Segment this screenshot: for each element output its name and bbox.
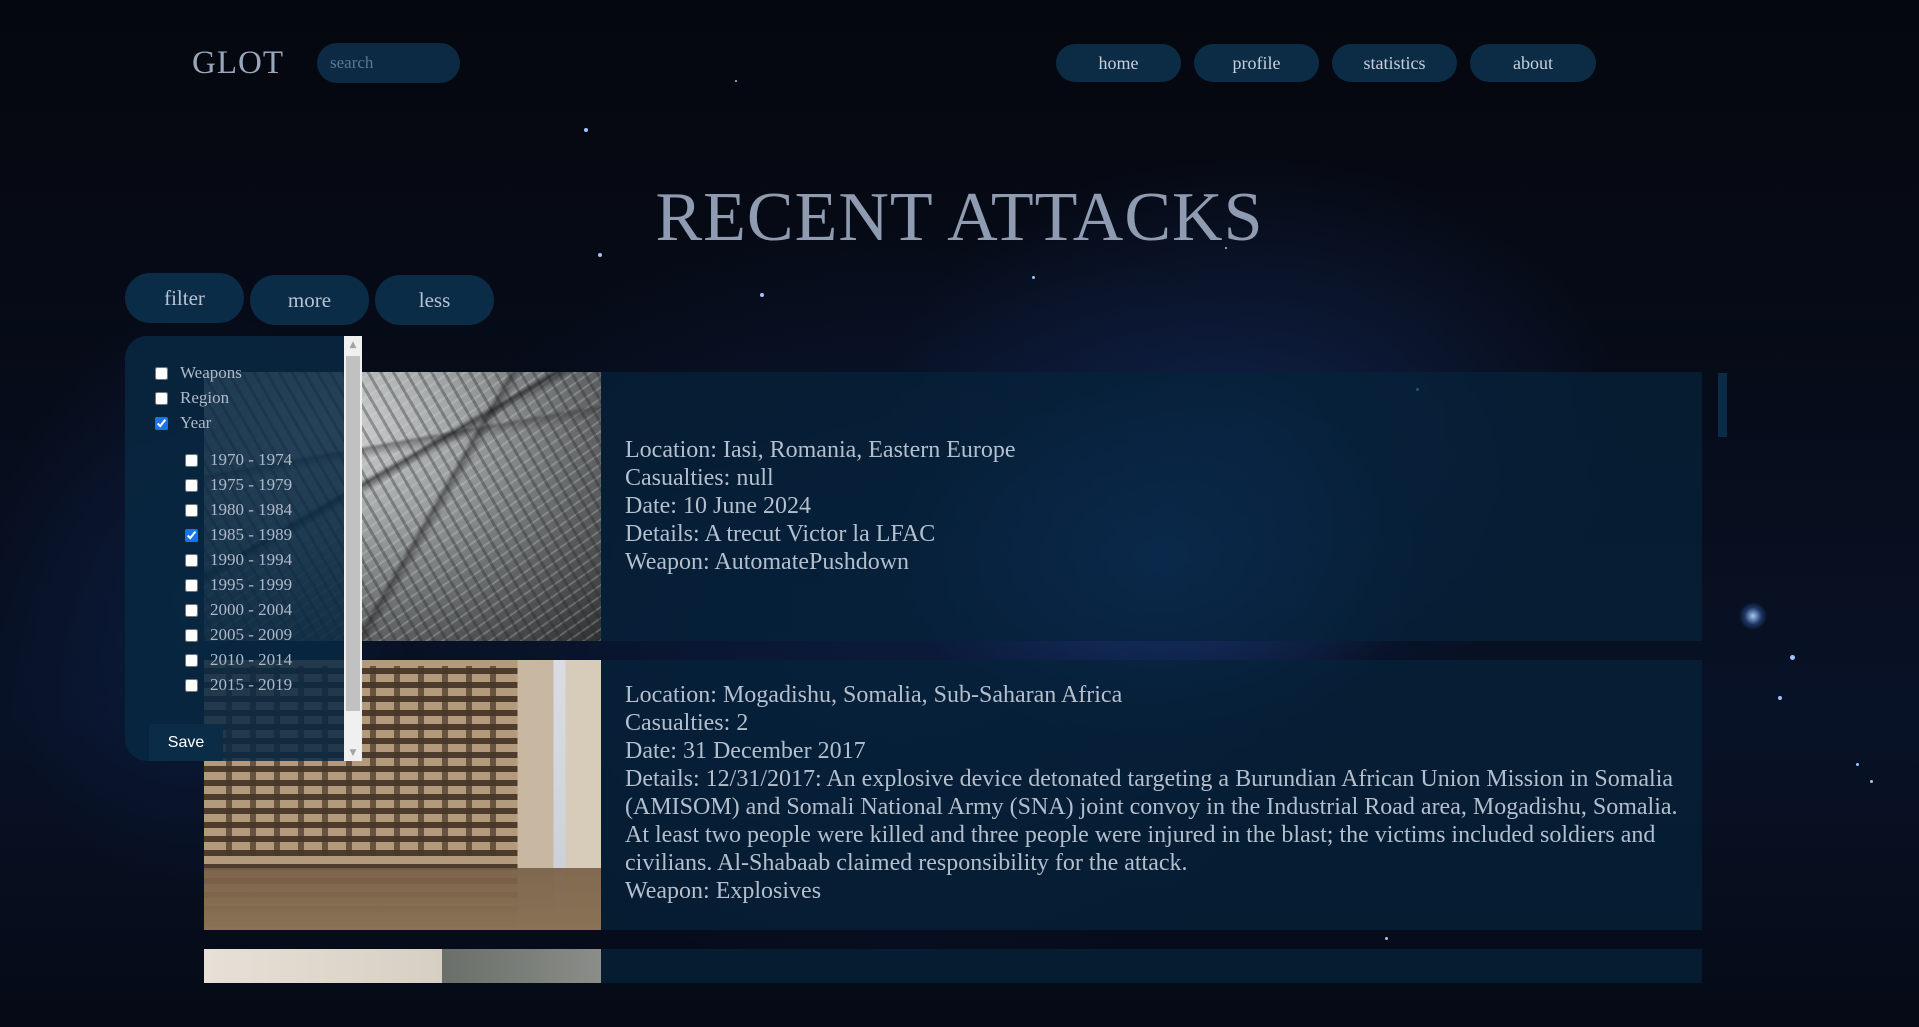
year-range-option[interactable]: 2015 - 2019: [185, 675, 292, 695]
year-range-option[interactable]: 1985 - 1989: [185, 525, 292, 545]
attack-location: Location: Mogadishu, Somalia, Sub-Sahara…: [625, 682, 1123, 708]
scrollbar-thumb[interactable]: [346, 356, 360, 711]
attack-location: Location: Iasi, Romania, Eastern Europe: [625, 437, 1016, 463]
filter-scrollbar[interactable]: ▲ ▼: [344, 336, 362, 761]
attack-weapon: Weapon: AutomatePushdown: [625, 549, 910, 575]
year-range-option[interactable]: 2005 - 2009: [185, 625, 292, 645]
attack-card[interactable]: Location: Mogadishu, Somalia, Sub-Sahara…: [204, 660, 1702, 930]
year-checkbox[interactable]: [155, 416, 168, 430]
attack-date: Date: 31 December 2017: [625, 738, 866, 764]
scroll-up-icon[interactable]: ▲: [344, 336, 362, 353]
more-button[interactable]: more: [250, 275, 369, 325]
attack-image: [204, 949, 601, 983]
year-range-option[interactable]: 1970 - 1974: [185, 450, 292, 470]
year-range-option[interactable]: 2010 - 2014: [185, 650, 292, 670]
attack-details: Location: Iasi, Romania, Eastern Europe …: [601, 372, 1702, 641]
filter-region[interactable]: Region: [155, 388, 229, 408]
nav-about-button[interactable]: about: [1470, 44, 1596, 82]
filter-button[interactable]: filter: [125, 273, 244, 323]
search-input[interactable]: [317, 43, 460, 83]
attack-casualties: Casualties: 2: [625, 710, 749, 736]
main-nav: home profile statistics about: [1056, 44, 1596, 82]
attack-details: Location: Mogadishu, Somalia, Sub-Sahara…: [601, 660, 1702, 930]
attack-details: [601, 949, 1702, 983]
app-logo[interactable]: GLOT: [192, 45, 284, 82]
card-edge-decoration: [1718, 373, 1727, 437]
attack-casualties: Casualties: null: [625, 465, 774, 491]
nav-profile-button[interactable]: profile: [1194, 44, 1319, 82]
year-range-option[interactable]: 1995 - 1999: [185, 575, 292, 595]
filter-panel-content: Weapons Region Year 1970 - 1974 1975 - 1…: [125, 336, 344, 761]
filter-weapons[interactable]: Weapons: [155, 363, 242, 383]
less-button[interactable]: less: [375, 275, 494, 325]
weapons-checkbox[interactable]: [155, 366, 168, 380]
year-range-option[interactable]: 1980 - 1984: [185, 500, 292, 520]
attack-date: Date: 10 June 2024: [625, 493, 811, 519]
page-title: RECENT ATTACKS: [655, 179, 1264, 256]
region-checkbox[interactable]: [155, 391, 168, 405]
filter-panel: Weapons Region Year 1970 - 1974 1975 - 1…: [125, 336, 362, 761]
scroll-down-icon[interactable]: ▼: [344, 744, 362, 761]
attack-card[interactable]: [204, 949, 1702, 983]
nav-home-button[interactable]: home: [1056, 44, 1181, 82]
save-button[interactable]: Save: [149, 724, 223, 761]
year-range-option[interactable]: 2000 - 2004: [185, 600, 292, 620]
attack-weapon: Weapon: Explosives: [625, 878, 822, 904]
attack-details-text: Details: 12/31/2017: An explosive device…: [625, 766, 1678, 876]
nav-statistics-button[interactable]: statistics: [1332, 44, 1457, 82]
attack-card[interactable]: Location: Iasi, Romania, Eastern Europe …: [204, 372, 1702, 641]
year-range-option[interactable]: 1990 - 1994: [185, 550, 292, 570]
attack-details-text: Details: A trecut Victor la LFAC: [625, 521, 936, 547]
filter-year[interactable]: Year: [155, 413, 211, 433]
year-range-option[interactable]: 1975 - 1979: [185, 475, 292, 495]
